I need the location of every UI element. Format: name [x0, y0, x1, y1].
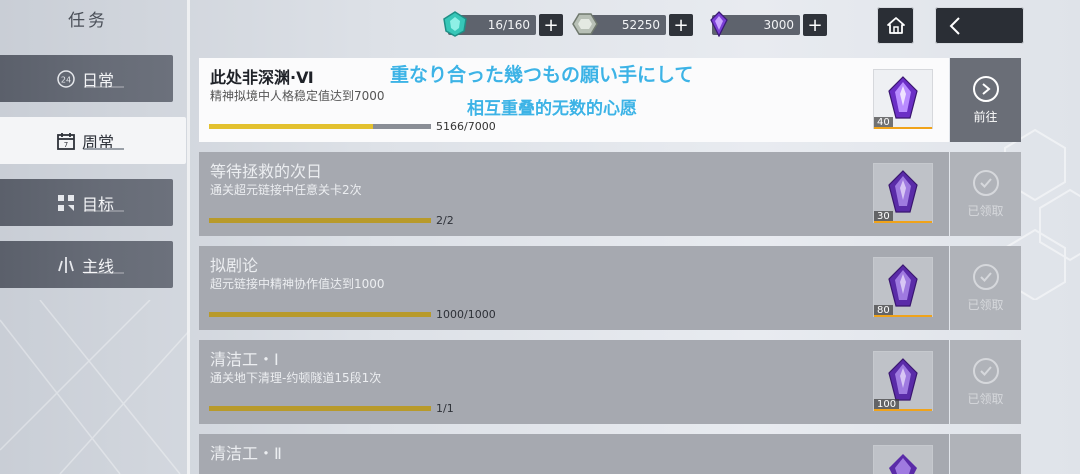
task-card-body: 清洁工・Ⅱ — [199, 434, 949, 474]
reward-rarity-bar — [874, 409, 932, 411]
sidebar-divider — [187, 0, 190, 474]
task-card-body: 等待拯救的次日 通关超元链接中任意关卡2次 2/2 30 — [199, 152, 949, 236]
purple-crystal-icon — [888, 264, 918, 307]
sidebar-item-goal[interactable]: 目标 — [0, 179, 173, 226]
task-description: 精神拟境中人格稳定值达到7000 — [210, 89, 385, 103]
claimed-label: 已领取 — [967, 297, 1004, 312]
task-card-body: 清洁工・Ⅰ 通关地下清理-约顿隧道15段1次 1/1 100 — [199, 340, 949, 424]
task-description: 通关超元链接中任意关卡2次 — [210, 183, 362, 197]
task-title: 拟剧论 — [210, 256, 259, 275]
add-coin-button[interactable]: + — [669, 14, 693, 36]
claimed-button: 已领取 — [950, 246, 1021, 330]
go-button-label: 前往 — [973, 109, 998, 124]
add-stamina-button[interactable]: + — [539, 14, 563, 36]
daily-24-icon: 24 — [56, 69, 76, 89]
purple-crystal-icon — [888, 358, 918, 401]
home-icon — [886, 16, 905, 34]
task-card: 清洁工・Ⅱ — [199, 434, 1021, 474]
calendar-icon: 7 — [56, 131, 76, 151]
task-title: 等待拯救的次日 — [210, 162, 323, 181]
reward-slot[interactable]: 80 — [873, 257, 933, 317]
task-progress-text: 1/1 — [436, 402, 454, 415]
reward-slot[interactable]: 100 — [873, 351, 933, 411]
checkmark-circle-icon — [972, 357, 999, 384]
task-progress-bar — [209, 406, 431, 411]
purple-crystal-icon — [888, 170, 918, 213]
label-underline — [84, 210, 124, 212]
label-underline — [84, 86, 124, 88]
sidebar-item-weekly[interactable]: 7 周常 — [0, 117, 186, 164]
task-card-body: 拟剧论 超元链接中精神协作值达到1000 1000/1000 80 — [199, 246, 949, 330]
task-title: 清洁工・Ⅰ — [210, 350, 279, 369]
add-gem-button[interactable]: + — [803, 14, 827, 36]
claimed-button: 已领取 — [950, 340, 1021, 424]
sidebar: 任务 24 日常 7 周常 目标 主线 — [0, 0, 190, 474]
task-title: 此处非深渊·Ⅵ — [210, 68, 314, 87]
task-progress-fill — [209, 218, 431, 223]
checkmark-circle-icon — [972, 169, 999, 196]
task-card: 等待拯救的次日 通关超元链接中任意关卡2次 2/2 30 已领取 — [199, 152, 1021, 236]
task-progress-bar — [209, 218, 431, 223]
task-progress-fill — [209, 312, 431, 317]
mainline-icon — [56, 255, 76, 275]
task-progress-fill — [209, 406, 431, 411]
task-progress-bar — [209, 124, 431, 129]
resource-gem: 3000 + — [710, 11, 827, 37]
claimed-button — [950, 434, 1021, 474]
task-progress-text: 5166/7000 — [436, 120, 496, 133]
task-progress-text: 1000/1000 — [436, 308, 496, 321]
resource-coin: 52250 + — [572, 13, 693, 36]
reward-slot[interactable]: 40 — [873, 69, 933, 129]
back-arrow-icon — [949, 16, 960, 35]
reward-slot[interactable]: 30 — [873, 163, 933, 223]
stamina-crystal-icon — [443, 11, 467, 37]
resource-stamina: 16/160 + — [443, 11, 563, 37]
subtitle-japanese: 重なり合った幾つもの願い手にして — [390, 64, 694, 86]
checkmark-circle-icon — [972, 263, 999, 290]
subtitle-chinese: 相互重叠的无数的心愿 — [467, 99, 637, 119]
coin-hexagon-icon — [572, 13, 598, 35]
purple-gem-icon — [710, 11, 728, 37]
task-card: 拟剧论 超元链接中精神协作值达到1000 1000/1000 80 已领取 — [199, 246, 1021, 330]
arrow-right-circle-icon — [972, 75, 999, 102]
reward-rarity-bar — [874, 221, 932, 223]
task-progress-bar — [209, 312, 431, 317]
sidebar-item-daily[interactable]: 24 日常 — [0, 55, 173, 102]
back-button[interactable] — [935, 7, 1024, 44]
svg-text:24: 24 — [61, 75, 71, 84]
home-button[interactable] — [877, 7, 914, 44]
reward-rarity-bar — [874, 315, 932, 317]
task-description: 通关地下清理-约顿隧道15段1次 — [210, 371, 382, 385]
sidebar-item-main[interactable]: 主线 — [0, 241, 173, 288]
page-title: 任务 — [68, 11, 108, 31]
task-card: 清洁工・Ⅰ 通关地下清理-约顿隧道15段1次 1/1 100 已领取 — [199, 340, 1021, 424]
label-underline — [84, 272, 124, 274]
claimed-label: 已领取 — [967, 391, 1004, 406]
label-underline — [84, 148, 124, 150]
target-icon — [56, 193, 76, 213]
task-progress-fill — [209, 124, 373, 129]
svg-text:7: 7 — [64, 141, 68, 149]
purple-crystal-icon — [888, 76, 918, 119]
reward-rarity-bar — [874, 127, 932, 129]
purple-crystal-icon — [889, 454, 917, 474]
reward-slot[interactable] — [873, 445, 933, 474]
claimed-button: 已领取 — [950, 152, 1021, 236]
task-description: 超元链接中精神协作值达到1000 — [210, 277, 385, 291]
task-title: 清洁工・Ⅱ — [210, 444, 282, 463]
go-button[interactable]: 前往 — [950, 58, 1021, 142]
claimed-label: 已领取 — [967, 203, 1004, 218]
task-progress-text: 2/2 — [436, 214, 454, 227]
